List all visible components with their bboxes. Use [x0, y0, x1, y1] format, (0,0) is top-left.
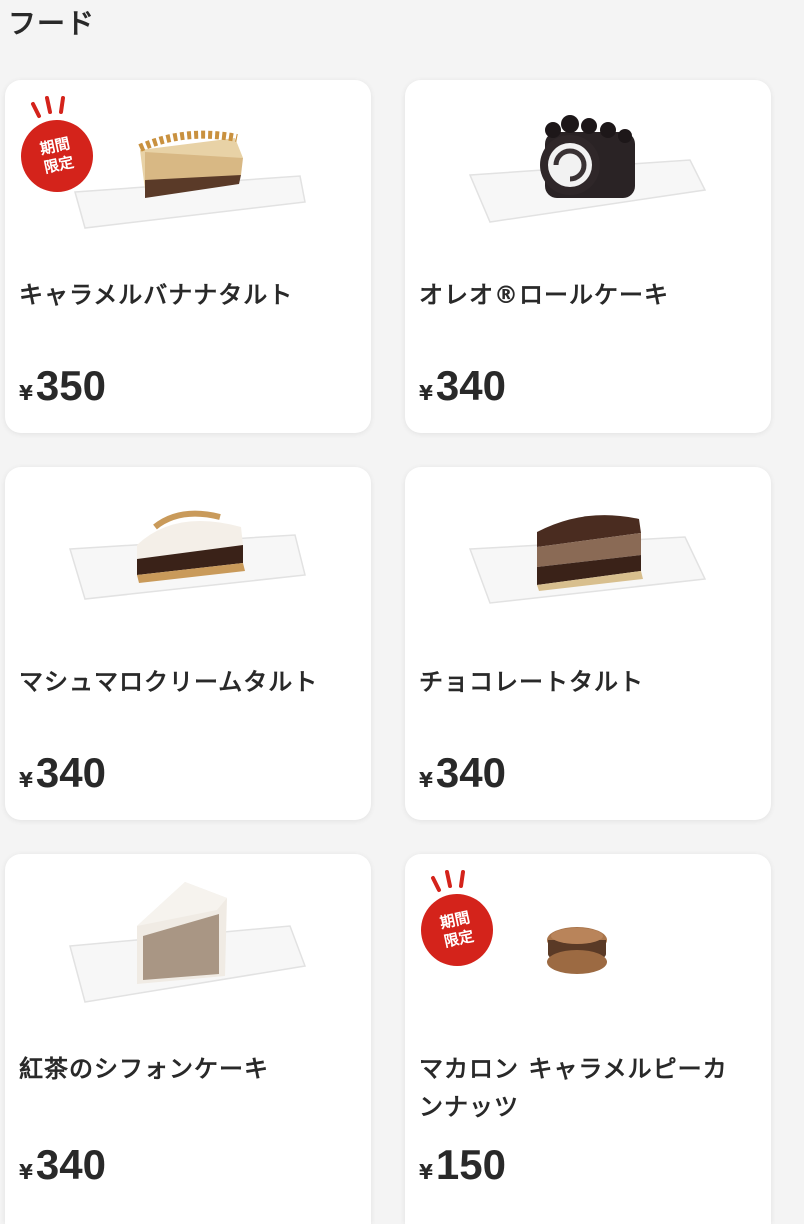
black-tea-chiffon-cake-image [5, 854, 371, 1034]
price-amount: 350 [35, 362, 106, 409]
product-grid: 期間 限定 キャラメルバナナタルト ¥ 350 オレオ®ロールケーキ ¥ 340… [5, 80, 773, 1224]
product-name: オレオ®ロールケーキ [419, 281, 669, 309]
currency-symbol: ¥ [419, 1160, 433, 1184]
product-card-chocolate-tart[interactable]: チョコレートタルト ¥ 340 [405, 467, 771, 820]
section-title: フード [8, 7, 96, 40]
currency-symbol: ¥ [19, 1160, 33, 1184]
price-amount: 340 [35, 1141, 106, 1188]
product-price: ¥ 340 [19, 1141, 106, 1189]
product-card-oreo-roll-cake[interactable]: オレオ®ロールケーキ ¥ 340 [405, 80, 771, 433]
product-name: 紅茶のシフォンケーキ [19, 1055, 269, 1083]
caramel-banana-tart-image: 期間 限定 [5, 80, 371, 260]
oreo-roll-cake-image [405, 80, 771, 260]
chocolate-tart-image [405, 467, 771, 647]
currency-symbol: ¥ [419, 381, 433, 405]
product-card-macaron-caramel-pecan[interactable]: 期間 限定 マカロン キャラメルピーカンナッツ ¥ 150 [405, 854, 771, 1224]
currency-symbol: ¥ [19, 381, 33, 405]
product-card-caramel-banana-tart[interactable]: 期間 限定 キャラメルバナナタルト ¥ 350 [5, 80, 371, 433]
price-amount: 340 [435, 749, 506, 796]
product-price: ¥ 340 [419, 749, 506, 797]
limited-badge: 期間 限定 [414, 868, 500, 973]
marshmallow-cream-tart-image [5, 467, 371, 647]
product-card-marshmallow-cream-tart[interactable]: マシュマロクリームタルト ¥ 340 [5, 467, 371, 820]
product-name: チョコレートタルト [419, 668, 644, 696]
product-card-black-tea-chiffon-cake[interactable]: 紅茶のシフォンケーキ ¥ 340 [5, 854, 371, 1224]
product-price: ¥ 340 [419, 362, 506, 410]
product-price: ¥ 340 [19, 749, 106, 797]
product-name: キャラメルバナナタルト [19, 281, 294, 309]
product-price: ¥ 150 [419, 1141, 506, 1189]
macaron-caramel-pecan-image: 期間 限定 [405, 854, 771, 1034]
product-name: マシュマロクリームタルト [19, 668, 319, 696]
product-price: ¥ 350 [19, 362, 106, 410]
product-name: マカロン キャラメルピーカンナッツ [419, 1055, 728, 1121]
price-amount: 340 [35, 749, 106, 796]
limited-badge: 期間 限定 [14, 94, 100, 199]
price-amount: 340 [435, 362, 506, 409]
currency-symbol: ¥ [419, 768, 433, 792]
currency-symbol: ¥ [19, 768, 33, 792]
price-amount: 150 [435, 1141, 506, 1188]
